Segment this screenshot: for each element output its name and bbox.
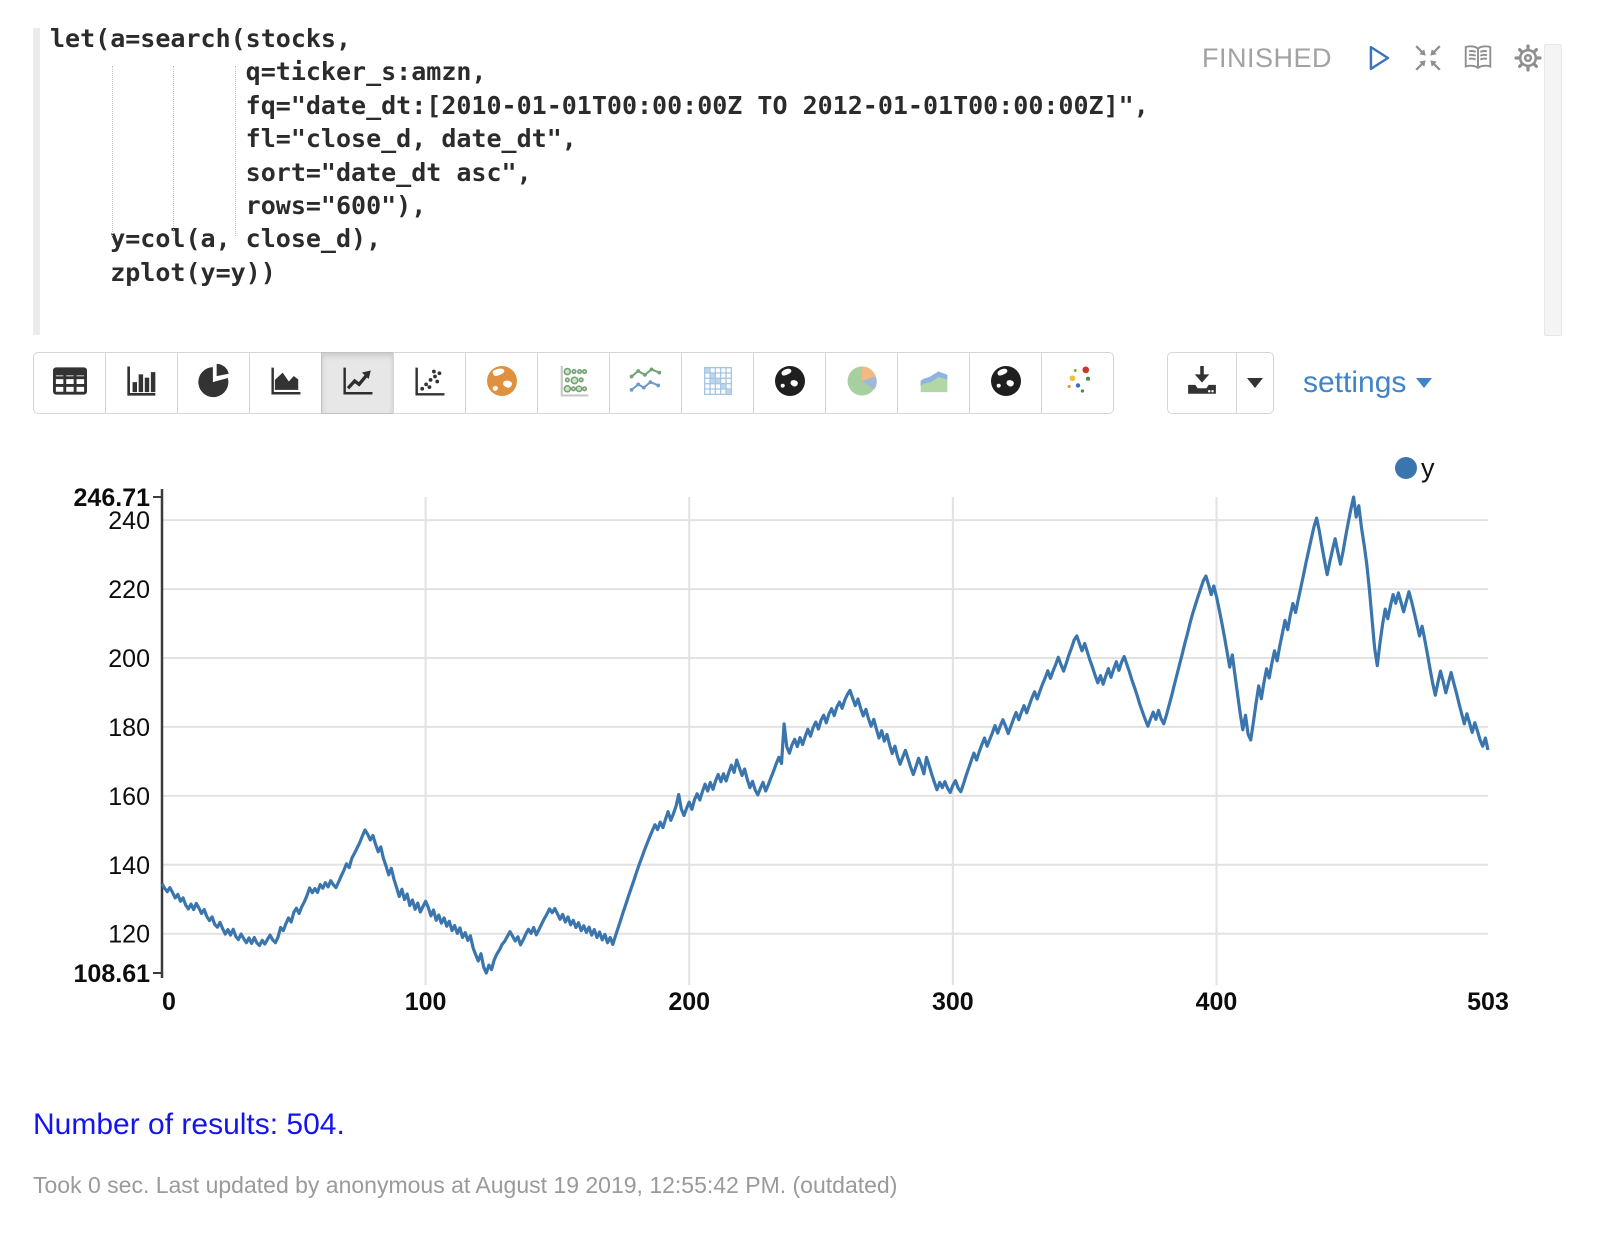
legend-swatch (1395, 457, 1417, 479)
x-axis-label: 400 (1196, 988, 1238, 1016)
status-badge: FINISHED (1202, 43, 1332, 74)
area-chart-button[interactable] (249, 352, 322, 414)
y-axis-min-label: 108.61 (74, 960, 151, 988)
scatter-color-icon (1058, 361, 1098, 406)
globe-dark-1-icon (770, 361, 810, 406)
indent-guide (173, 66, 174, 236)
pie-chart-button[interactable] (177, 352, 250, 414)
zeppelin-paragraph: { "editor": { "status": "FINISHED", "cod… (0, 0, 1612, 1246)
bar-chart-button[interactable] (105, 352, 178, 414)
download-button-group (1167, 352, 1274, 414)
globe-dark-1-button[interactable] (753, 352, 826, 414)
indent-guide (235, 66, 236, 236)
paragraph-footer-text: Took 0 sec. Last updated by anonymous at… (33, 1172, 897, 1199)
paragraph-controls: FINISHED (1202, 38, 1546, 78)
editor-scrollbar[interactable] (1544, 44, 1562, 336)
x-axis-label: 100 (405, 988, 447, 1016)
pie-color-icon (842, 361, 882, 406)
line-chart-icon (338, 361, 378, 406)
pie-color-button[interactable] (825, 352, 898, 414)
multi-series-line-button[interactable] (609, 352, 682, 414)
line-chart-svg: 246.71108.612402202001801601401200100200… (0, 440, 1612, 1025)
y-axis-label: 140 (108, 852, 150, 880)
book-icon[interactable] (1460, 40, 1496, 76)
heatmap-icon (698, 361, 738, 406)
y-axis-label: 160 (108, 783, 150, 811)
x-axis-label: 0 (162, 988, 176, 1016)
scatter-chart-icon (410, 361, 450, 406)
table-button[interactable] (33, 352, 106, 414)
area-chart-icon (266, 361, 306, 406)
globe-dark-2-icon (986, 361, 1026, 406)
chevron-down-icon (1247, 378, 1263, 388)
indent-guide (112, 66, 113, 236)
y-axis-label: 180 (108, 714, 150, 742)
settings-toggle[interactable]: settings (1303, 366, 1432, 400)
x-axis-label: 200 (668, 988, 710, 1016)
bubble-grid-button[interactable] (537, 352, 610, 414)
x-axis-label: 300 (932, 988, 974, 1016)
multi-series-line-icon (626, 361, 666, 406)
scatter-chart-button[interactable] (393, 352, 466, 414)
compress-icon[interactable] (1410, 40, 1446, 76)
stock-line-chart: 246.71108.612402202001801601401200100200… (0, 440, 1612, 1025)
globe-dark-2-button[interactable] (969, 352, 1042, 414)
chevron-down-icon (1416, 378, 1432, 388)
table-icon (50, 361, 90, 406)
gear-icon[interactable] (1510, 40, 1546, 76)
bubble-grid-icon (554, 361, 594, 406)
y-axis-label: 200 (108, 645, 150, 673)
download-icon (1182, 361, 1222, 406)
x-axis-label: 503 (1467, 988, 1509, 1016)
legend-label: y (1421, 453, 1435, 483)
y-axis-label: 220 (108, 576, 150, 604)
bar-chart-icon (122, 361, 162, 406)
code-editor[interactable]: let(a=search(stocks, q=ticker_s:amzn, fq… (50, 22, 1149, 289)
play-icon[interactable] (1360, 40, 1396, 76)
chart-type-toolbar (33, 352, 1114, 414)
line-chart-button[interactable] (321, 352, 394, 414)
chart-legend-item[interactable]: y (1395, 453, 1435, 483)
download-options-button[interactable] (1236, 352, 1274, 414)
map-globe-orange-icon (482, 361, 522, 406)
scatter-color-button[interactable] (1041, 352, 1114, 414)
heatmap-button[interactable] (681, 352, 754, 414)
y-axis-label: 120 (108, 921, 150, 949)
pie-chart-icon (194, 361, 234, 406)
y-axis-label: 240 (108, 507, 150, 535)
area-color-icon (914, 361, 954, 406)
settings-label: settings (1303, 366, 1406, 400)
chart-line-y (162, 497, 1488, 973)
results-count-text: Number of results: 504. (33, 1108, 345, 1142)
download-button[interactable] (1167, 352, 1237, 414)
area-color-button[interactable] (897, 352, 970, 414)
map-globe-orange-button[interactable] (465, 352, 538, 414)
paragraph-left-border (33, 28, 40, 335)
